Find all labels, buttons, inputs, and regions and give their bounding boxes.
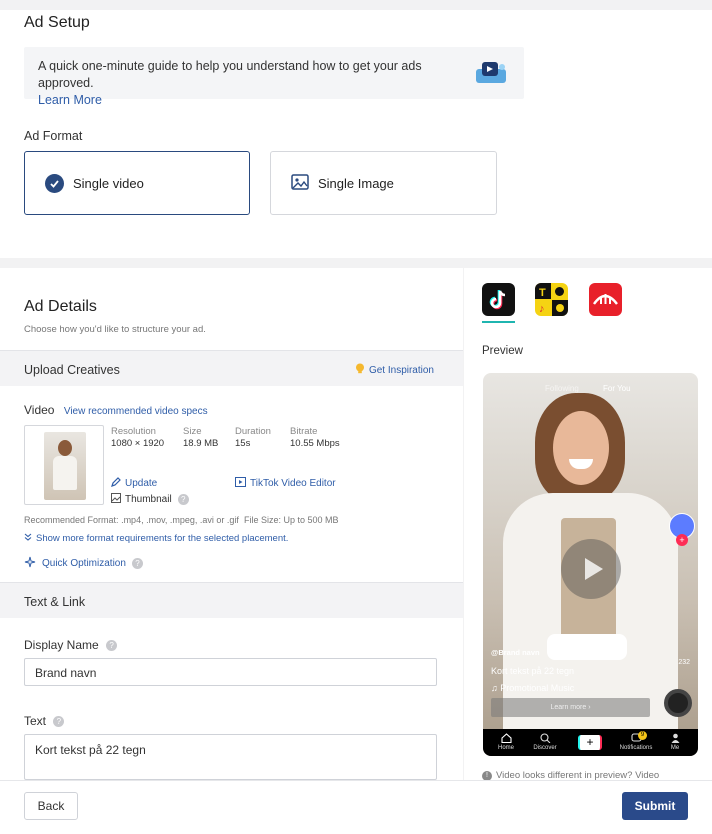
learn-more-label: Learn more — [550, 704, 587, 711]
get-inspiration-link[interactable]: Get Inspiration — [355, 363, 434, 377]
help-icon: ? — [53, 716, 65, 728]
text-link-title: Text & Link — [24, 595, 86, 609]
preview-label: Preview — [482, 345, 523, 357]
guide-illustration-icon — [472, 59, 510, 87]
bitrate-label: Bitrate — [290, 426, 318, 437]
size-label: Size — [183, 426, 202, 437]
notification-badge: 9 — [638, 731, 647, 740]
preview-handle: @Brand navn — [491, 648, 540, 657]
video-thumbnail[interactable] — [24, 425, 104, 505]
video-editor-label: TikTok Video Editor — [250, 478, 336, 489]
help-icon: ? — [106, 640, 118, 652]
thumbnail-image — [44, 432, 86, 500]
sparkle-icon — [24, 556, 36, 571]
quick-optimization-link[interactable]: Quick Optimization ? — [24, 556, 143, 571]
tiktok-icon[interactable] — [482, 283, 515, 316]
recommended-format-line: Recommended Format: .mp4, .mov, .mpeg, .… — [24, 515, 339, 525]
preview-person-face — [553, 411, 609, 485]
duration-value: 15s — [235, 438, 251, 449]
nav-me[interactable]: Me — [655, 733, 695, 751]
double-chevron-down-icon — [24, 533, 32, 544]
lightbulb-icon — [355, 363, 365, 377]
show-more-requirements-link[interactable]: Show more format requirements for the se… — [24, 533, 288, 544]
music-disc-icon[interactable] — [664, 689, 692, 717]
update-button[interactable]: Update — [111, 477, 157, 490]
duration-label: Duration — [235, 426, 271, 437]
phone-preview: Following For You + 232 @Brand navn Kort… — [483, 373, 698, 756]
back-button[interactable]: Back — [24, 792, 78, 820]
preview-caption: Kort tekst på 22 tegn — [491, 666, 575, 676]
get-inspiration-label: Get Inspiration — [368, 364, 434, 376]
recommended-format-value: .mp4, .mov, .mpeg, .avi or .gif — [121, 515, 239, 525]
preview-music-label: Promotional Music — [500, 683, 575, 693]
file-size-label: File Size: — [243, 515, 281, 525]
image-icon — [291, 174, 309, 193]
thumbnail-button[interactable]: Thumbnail ? — [111, 493, 189, 506]
resolution-label: Resolution — [111, 426, 156, 437]
nav-home[interactable]: Home — [486, 733, 526, 751]
tab-following: Following — [545, 384, 579, 393]
ad-details-subtitle: Choose how you'd like to structure your … — [24, 324, 206, 335]
format-single-video[interactable]: Single video — [24, 151, 250, 215]
create-plus-button[interactable]: + — [578, 735, 602, 750]
guide-banner: A quick one-minute guide to help you und… — [24, 47, 524, 107]
guide-text: A quick one-minute guide to help you und… — [38, 59, 422, 90]
text-label: Text — [24, 714, 47, 728]
update-label: Update — [125, 478, 158, 489]
display-name-input[interactable]: Brand navn — [24, 658, 437, 686]
submit-button[interactable]: Submit — [622, 792, 688, 820]
text-link-bar: Text & Link — [0, 582, 463, 618]
learn-more-button[interactable]: Learn more › — [491, 698, 650, 717]
display-name-label: Display Name — [24, 638, 99, 652]
file-size-value: Up to 500 MB — [283, 515, 339, 525]
ad-details-title: Ad Details — [24, 298, 97, 315]
home-icon — [500, 733, 512, 744]
format-single-video-label: Single video — [73, 176, 144, 191]
ad-format-label: Ad Format — [24, 129, 83, 143]
tiktok-video-editor-button[interactable]: TikTok Video Editor — [235, 477, 336, 490]
thumbnail-icon — [111, 493, 121, 506]
nav-notifications[interactable]: Notifications — [616, 733, 656, 751]
quick-optimization-label: Quick Optimization — [42, 558, 126, 569]
format-single-image[interactable]: Single Image — [270, 151, 497, 215]
ad-setup-title: Ad Setup — [24, 14, 90, 31]
upload-creatives-bar: Upload Creatives Get Inspiration — [0, 350, 463, 386]
learn-more-link[interactable]: Learn More — [38, 93, 102, 107]
search-icon — [539, 733, 550, 744]
preview-music: ♫ Promotional Music — [491, 683, 574, 693]
topbuzz-icon[interactable]: T ♪ — [535, 283, 568, 316]
video-label: Video — [24, 403, 55, 417]
help-icon: ? — [177, 494, 189, 505]
play-icon[interactable] — [561, 539, 621, 599]
sticker-overlay — [547, 634, 627, 660]
person-icon — [671, 733, 679, 743]
text-textarea[interactable]: Kort tekst på 22 tegn — [24, 734, 437, 780]
size-value: 18.9 MB — [183, 438, 219, 449]
resolution-value: 1080 × 1920 — [111, 438, 165, 449]
svg-text:♪: ♪ — [539, 303, 545, 315]
follow-plus-icon[interactable]: + — [676, 534, 688, 546]
view-specs-link[interactable]: View recommended video specs — [64, 406, 208, 417]
recommended-format-label: Recommended Format: — [24, 515, 119, 525]
pangle-icon[interactable] — [589, 283, 622, 316]
bitrate-value: 10.55 Mbps — [290, 438, 340, 449]
share-count: 232 — [678, 659, 690, 666]
info-icon: ! — [482, 770, 492, 781]
video-editor-icon — [235, 477, 246, 490]
preview-nav-bar: Home Discover + Notifications 9 Me — [483, 729, 698, 756]
music-note-icon: ♫ — [491, 683, 498, 693]
format-single-image-label: Single Image — [318, 176, 394, 191]
thumbnail-label: Thumbnail — [125, 494, 172, 505]
footer-bar: Back Submit — [0, 780, 712, 834]
upload-creatives-title: Upload Creatives — [24, 363, 120, 377]
pencil-icon — [111, 477, 121, 490]
tab-for-you: For You — [603, 384, 631, 393]
tiktok-tab-underline — [482, 321, 515, 323]
help-icon: ? — [131, 558, 143, 569]
nav-discover[interactable]: Discover — [525, 733, 565, 751]
svg-text:T: T — [539, 287, 546, 299]
show-more-label: Show more format requirements for the se… — [36, 533, 289, 544]
check-icon — [45, 174, 64, 193]
